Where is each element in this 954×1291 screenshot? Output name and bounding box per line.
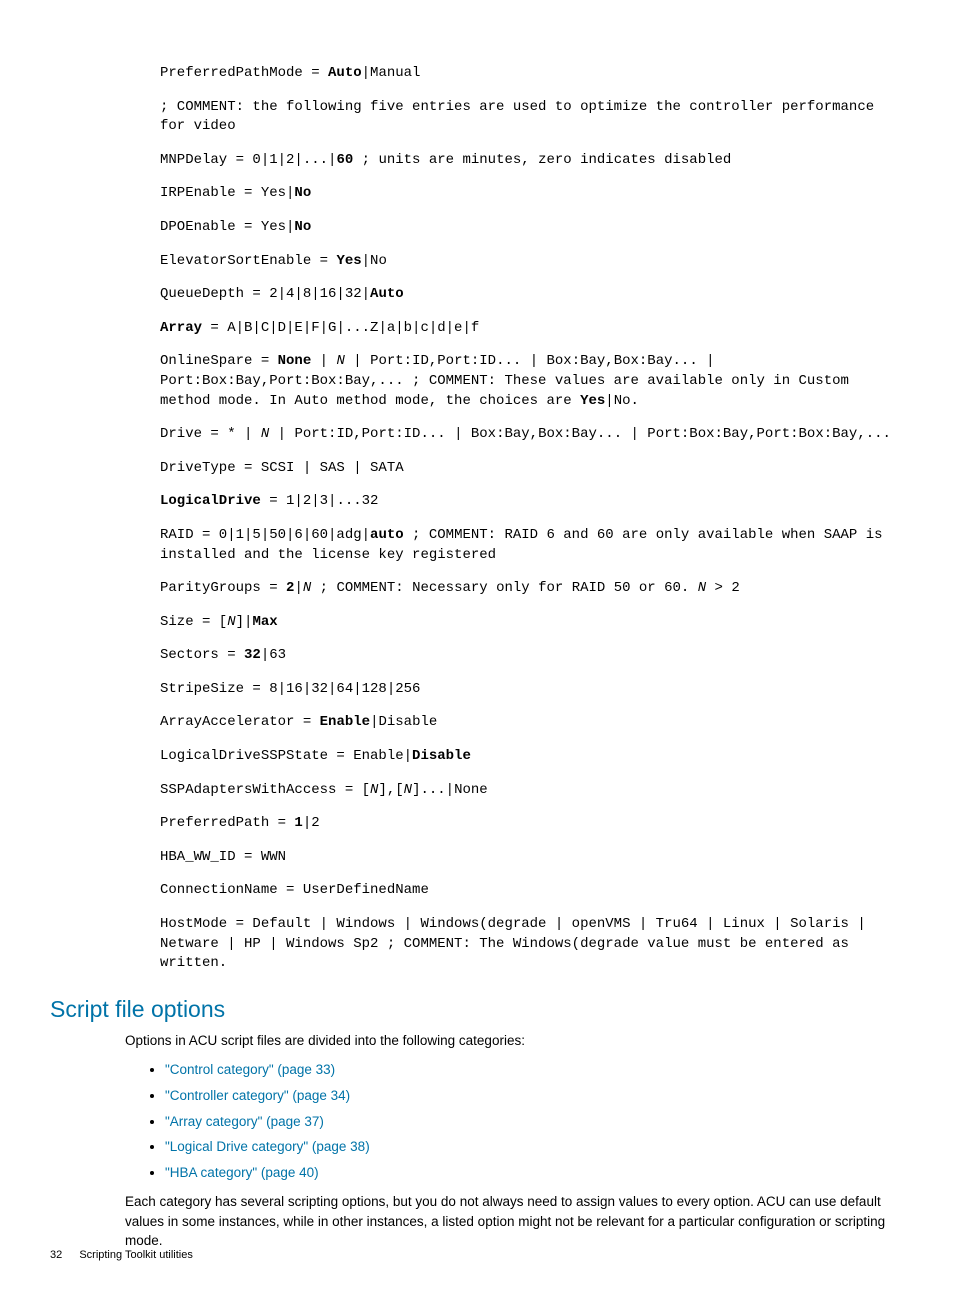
list-item: "HBA category" (page 40)	[165, 1163, 904, 1183]
code-line: ElevatorSortEnable = Yes|No	[160, 252, 904, 272]
code-listing: PreferredPathMode = Auto|Manual ; COMMEN…	[160, 64, 904, 974]
code-line: SSPAdaptersWithAccess = [N],[N]...|None	[160, 781, 904, 801]
list-item: "Controller category" (page 34)	[165, 1086, 904, 1106]
code-line: ; COMMENT: the following five entries ar…	[160, 98, 904, 137]
link-controller-category[interactable]: "Controller category" (page 34)	[165, 1088, 350, 1103]
code-line: HBA_WW_ID = WWN	[160, 848, 904, 868]
intro-paragraph: Options in ACU script files are divided …	[125, 1031, 904, 1051]
code-line: MNPDelay = 0|1|2|...|60 ; units are minu…	[160, 151, 904, 171]
code-line: DriveType = SCSI | SAS | SATA	[160, 459, 904, 479]
list-item: "Control category" (page 33)	[165, 1060, 904, 1080]
code-line: LogicalDrive = 1|2|3|...32	[160, 492, 904, 512]
code-line: PreferredPath = 1|2	[160, 814, 904, 834]
code-line: Drive = * | N | Port:ID,Port:ID... | Box…	[160, 425, 904, 445]
code-line: Size = [N]|Max	[160, 613, 904, 633]
list-item: "Logical Drive category" (page 38)	[165, 1137, 904, 1157]
page-footer: 32 Scripting Toolkit utilities	[50, 1249, 193, 1261]
code-line: HostMode = Default | Windows | Windows(d…	[160, 915, 904, 974]
code-line: Sectors = 32|63	[160, 646, 904, 666]
code-line: ConnectionName = UserDefinedName	[160, 881, 904, 901]
category-link-list: "Control category" (page 33) "Controller…	[125, 1060, 904, 1182]
code-line: RAID = 0|1|5|50|6|60|adg|auto ; COMMENT:…	[160, 526, 904, 565]
page: PreferredPathMode = Auto|Manual ; COMMEN…	[0, 0, 954, 1291]
link-array-category[interactable]: "Array category" (page 37)	[165, 1114, 324, 1129]
code-line: LogicalDriveSSPState = Enable|Disable	[160, 747, 904, 767]
code-line: QueueDepth = 2|4|8|16|32|Auto	[160, 285, 904, 305]
code-line: DPOEnable = Yes|No	[160, 218, 904, 238]
outro-paragraph: Each category has several scripting opti…	[125, 1192, 904, 1251]
list-item: "Array category" (page 37)	[165, 1112, 904, 1132]
code-line: ParityGroups = 2|N ; COMMENT: Necessary …	[160, 579, 904, 599]
link-logical-drive-category[interactable]: "Logical Drive category" (page 38)	[165, 1139, 370, 1154]
code-line: OnlineSpare = None | N | Port:ID,Port:ID…	[160, 352, 904, 411]
page-number: 32	[50, 1249, 62, 1261]
footer-title: Scripting Toolkit utilities	[79, 1249, 193, 1261]
code-line: ArrayAccelerator = Enable|Disable	[160, 713, 904, 733]
code-line: Array = A|B|C|D|E|F|G|...Z|a|b|c|d|e|f	[160, 319, 904, 339]
section-heading: Script file options	[50, 996, 904, 1023]
code-line: IRPEnable = Yes|No	[160, 184, 904, 204]
link-hba-category[interactable]: "HBA category" (page 40)	[165, 1165, 319, 1180]
link-control-category[interactable]: "Control category" (page 33)	[165, 1062, 335, 1077]
body-text: Options in ACU script files are divided …	[125, 1031, 904, 1251]
code-line: PreferredPathMode = Auto|Manual	[160, 64, 904, 84]
code-line: StripeSize = 8|16|32|64|128|256	[160, 680, 904, 700]
